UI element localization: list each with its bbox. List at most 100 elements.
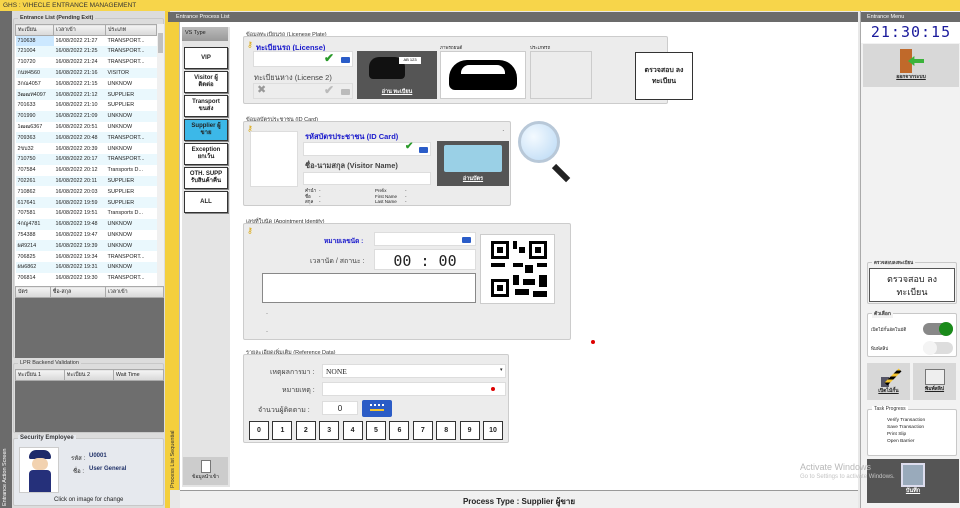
table-row[interactable]: 1ฒฒ6367 16/08/2022 20:51 UNKNOW [15, 121, 157, 133]
plate-verify-button[interactable]: ตรวจสอบ ลงทะเบียน [635, 52, 693, 100]
table-row[interactable]: 3ฒฒท4097 16/08/2022 21:12 SUPPLIER [15, 89, 157, 101]
follower-count-button[interactable]: 1 [272, 421, 293, 440]
follower-count-button[interactable]: 8 [436, 421, 457, 440]
col-header[interactable]: ชื่อ-สกุล [49, 286, 106, 298]
table-row[interactable]: 2ขบ32 16/08/2022 20:39 UNKNOW [15, 143, 157, 155]
table-row[interactable]: 706825 16/08/2022 19:34 TRANSPORT... [15, 251, 157, 263]
table-cell: 16/08/2022 21:16 [53, 67, 106, 79]
table-row[interactable]: 707584 16/08/2022 20:12 Transports D... [15, 164, 157, 176]
vs-type-button[interactable]: Supplier ผู้ขาย [184, 119, 228, 141]
vs-type-button[interactable]: VIP [184, 47, 228, 69]
table-cell: UNKNOW [105, 121, 157, 133]
table-row[interactable]: ผศ9214 16/08/2022 19:39 UNKNOW [15, 240, 157, 252]
keyboard-icon[interactable] [462, 237, 471, 243]
keyboard-icon[interactable] [341, 89, 350, 95]
save-button[interactable]: บันทึก [867, 459, 959, 503]
entrance-list-scrollbar[interactable] [157, 24, 164, 286]
logout-button[interactable]: ออกจากระบบ [863, 44, 959, 87]
col-header[interactable]: ทะเบียน 1 [15, 369, 65, 381]
read-plate-label: อ่าน ทะเบียน [381, 89, 413, 95]
search-magnifier-icon[interactable] [518, 121, 574, 183]
table-row[interactable]: 710638 16/08/2022 21:27 TRANSPORT... [15, 35, 157, 47]
col-header[interactable]: เวลาเข้า [104, 286, 165, 298]
follower-count-button[interactable]: 2 [295, 421, 316, 440]
vs-type-button[interactable]: Exception ยกเว้น [184, 143, 228, 165]
verify-registration-button[interactable]: ตรวจสอบ ลงทะเบียน [869, 268, 955, 302]
visitor-list-table[interactable]: บัตร ชื่อ-สกุล เวลาเข้า [15, 286, 165, 358]
appointment-number-input[interactable] [374, 232, 476, 246]
table-cell: 710750 [15, 154, 54, 165]
document-button-label: ข้อมูลนำเข้า [192, 474, 219, 480]
clear-icon[interactable]: ✖ [257, 83, 266, 96]
open-barrier-button[interactable]: เปิดไม้กั้น [867, 363, 910, 400]
security-group: Security Employee รหัส : U0001 ชื่อ : Us… [13, 435, 164, 506]
entrance-list-group: Entrance List (Pending Exit) ทะเบียน เวลา… [13, 15, 165, 358]
follower-count-button[interactable]: 0 [249, 421, 269, 440]
follower-count-button[interactable]: 9 [459, 421, 480, 440]
table-cell: 16/08/2022 19:39 [53, 240, 106, 252]
follower-count-button[interactable]: 10 [483, 421, 503, 440]
table-row[interactable]: 706814 16/08/2022 19:30 TRANSPORT... [15, 272, 157, 284]
col-header[interactable]: Wait Time [112, 369, 165, 381]
print-slip-button[interactable]: พิมพ์สลิป [913, 363, 956, 400]
table-cell: 16/08/2022 20:11 [53, 175, 106, 187]
table-cell: 16/08/2022 19:59 [53, 197, 106, 209]
keyboard-icon[interactable] [341, 57, 350, 63]
col-header[interactable]: ประเภท [105, 24, 157, 36]
document-button[interactable]: ข้อมูลนำเข้า [183, 457, 228, 485]
vs-type-button[interactable]: ALL [184, 191, 228, 213]
table-cell: UNKNOW [105, 229, 157, 241]
entrance-list-table[interactable]: ทะเบียน เวลาเข้า ประเภท 710638 16/08/2022 21… [15, 24, 157, 286]
chevron-down-icon[interactable]: ▾ [500, 367, 503, 373]
follower-count-button[interactable]: 5 [366, 421, 386, 440]
col-header[interactable]: บัตร [15, 286, 51, 298]
table-cell: 16/08/2022 21:15 [53, 78, 106, 90]
follower-count-button[interactable]: 6 [389, 421, 410, 440]
table-row[interactable]: 701633 16/08/2022 21:10 SUPPLIER [15, 100, 157, 111]
follower-count-button[interactable]: 3 [319, 421, 340, 440]
table-row[interactable]: 721004 16/08/2022 21:25 TRANSPORT... [15, 46, 157, 57]
vs-type-button[interactable]: Transport ขนส่ง [184, 95, 228, 117]
field-label: Prefix [375, 188, 387, 193]
license2-input[interactable] [253, 83, 353, 99]
read-id-card-button[interactable]: อ่านบัตร [437, 141, 509, 186]
license-input[interactable] [253, 51, 353, 67]
check-icon[interactable]: ✔ [405, 141, 413, 152]
table-row[interactable]: 710862 16/08/2022 20:03 SUPPLIER [15, 186, 157, 198]
table-row[interactable]: 617641 16/08/2022 19:59 SUPPLIER [15, 197, 157, 209]
table-row[interactable]: 702261 16/08/2022 20:11 SUPPLIER [15, 175, 157, 187]
col-header[interactable]: ทะเบียน 2 [63, 369, 114, 381]
table-row[interactable]: กนท4560 16/08/2022 21:16 VISITOR [15, 67, 157, 79]
table-cell: 3กณ4057 [15, 78, 54, 90]
check-icon[interactable]: ✔ [324, 51, 334, 65]
visitor-name-input[interactable] [303, 172, 431, 185]
keyboard-icon[interactable] [419, 147, 428, 153]
col-header[interactable]: ทะเบียน [15, 24, 54, 36]
followers-input[interactable]: 0 [322, 401, 358, 415]
check-icon[interactable]: ✔ [324, 83, 334, 97]
table-row[interactable]: 710750 16/08/2022 20:17 TRANSPORT... [15, 154, 157, 165]
table-row[interactable]: 754388 16/08/2022 19:47 UNKNOW [15, 229, 157, 241]
table-row[interactable]: 701990 16/08/2022 21:09 UNKNOW [15, 110, 157, 122]
col-header[interactable]: เวลาเข้า [53, 24, 106, 36]
table-row[interactable]: 710720 16/08/2022 21:24 TRANSPORT... [15, 56, 157, 68]
vs-type-button[interactable]: OTH. SUPP รับสินค้าคืน [184, 167, 228, 189]
print-slip-toggle[interactable] [923, 341, 953, 355]
options-title: ตัวเลือก [872, 310, 893, 318]
keypad-button[interactable] [362, 400, 392, 417]
table-row[interactable]: ผษ6862 16/08/2022 19:31 UNKNOW [15, 262, 157, 273]
vs-type-button[interactable]: Visitor ผู้ติดต่อ [184, 71, 228, 93]
table-row[interactable]: 707581 16/08/2022 19:51 Transports D... [15, 208, 157, 219]
open-barrier-label: เปิดไม้กั้น [878, 388, 899, 394]
read-plate-button[interactable]: AB 123 อ่าน ทะเบียน [357, 51, 437, 99]
table-row[interactable]: 709363 16/08/2022 20:48 TRANSPORT... [15, 132, 157, 144]
follower-count-button[interactable]: 4 [342, 421, 363, 440]
table-row[interactable]: 4กญ4781 16/08/2022 19:48 UNKNOW [15, 218, 157, 230]
table-row[interactable]: 3กณ4057 16/08/2022 21:15 UNKNOW [15, 78, 157, 90]
follower-count-button[interactable]: 7 [412, 421, 433, 440]
note-input[interactable] [322, 382, 506, 396]
lpr-table[interactable]: ทะเบียน 1 ทะเบียน 2 Wait Time [15, 369, 165, 432]
auto-barrier-toggle[interactable] [923, 322, 953, 336]
reason-select[interactable]: NONE [322, 364, 506, 378]
security-avatar[interactable] [19, 447, 59, 493]
